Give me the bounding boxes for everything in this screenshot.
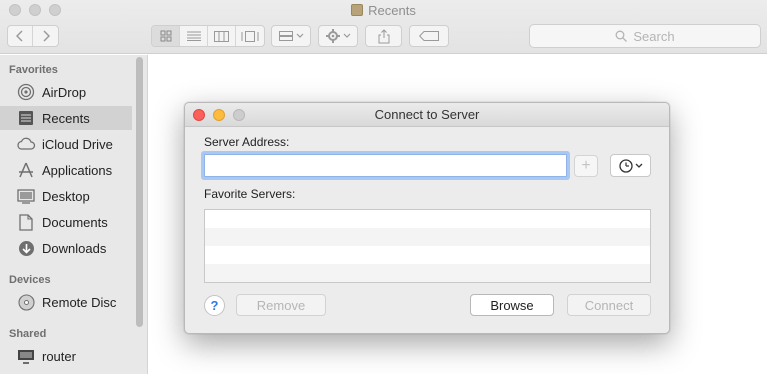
share-button[interactable] (365, 25, 402, 47)
search-icon (615, 30, 628, 42)
group-icon (278, 31, 293, 41)
nav-buttons (7, 25, 59, 47)
search-placeholder: Search (633, 28, 675, 44)
dialog-titlebar: Connect to Server (185, 103, 669, 127)
applications-icon (16, 161, 36, 179)
list-row (205, 210, 650, 228)
share-icon (378, 28, 389, 43)
sidebar-item-recents[interactable]: Recents (0, 106, 132, 130)
list-view-button[interactable] (180, 26, 208, 46)
connect-button[interactable]: Connect (567, 294, 651, 316)
gallery-icon (241, 30, 259, 42)
chevron-down-icon (343, 33, 350, 38)
chevron-right-icon (42, 30, 50, 42)
columns-icon (214, 30, 229, 42)
monitor-icon (16, 347, 36, 365)
sidebar-item-documents[interactable]: Documents (0, 210, 132, 234)
sidebar-item-airdrop[interactable]: AirDrop (0, 80, 132, 104)
recents-icon (351, 4, 364, 16)
tags-button[interactable] (409, 25, 449, 47)
help-button[interactable]: ? (204, 295, 225, 316)
sidebar-item-applications[interactable]: Applications (0, 158, 132, 182)
favorite-servers-list[interactable] (204, 209, 651, 283)
add-favorite-button[interactable]: + (574, 155, 598, 177)
gear-icon (325, 29, 340, 43)
favorite-servers-label: Favorite Servers: (204, 187, 296, 201)
chevron-left-icon (16, 30, 23, 42)
favorites-header: Favorites (9, 64, 58, 76)
view-mode-control (151, 25, 265, 47)
sidebar-item-router[interactable]: router (0, 344, 132, 368)
browse-button[interactable]: Browse (470, 294, 554, 316)
list-icon (186, 31, 201, 41)
airdrop-icon (16, 83, 36, 101)
download-icon (16, 239, 36, 257)
cloud-icon (16, 135, 36, 153)
shared-header: Shared (9, 328, 47, 340)
gallery-view-button[interactable] (236, 26, 264, 46)
forward-button[interactable] (33, 26, 58, 46)
sidebar: Favorites AirDrop Recents iCloud Drive A… (0, 55, 148, 374)
window-title: Recents (0, 3, 767, 18)
recents-icon (16, 109, 36, 127)
action-button[interactable] (318, 25, 358, 47)
column-view-button[interactable] (208, 26, 236, 46)
chevron-down-icon (296, 33, 303, 38)
icon-view-button[interactable] (152, 26, 180, 46)
list-row (205, 228, 650, 246)
clock-icon (618, 158, 633, 173)
server-address-input[interactable] (204, 154, 567, 177)
chevron-down-icon (635, 163, 642, 168)
grid-icon (160, 30, 171, 42)
dialog-title: Connect to Server (374, 107, 480, 122)
sidebar-item-icloud-drive[interactable]: iCloud Drive (0, 132, 132, 156)
search-field[interactable]: Search (529, 24, 761, 48)
list-row (205, 246, 650, 264)
sidebar-item-remote-disc[interactable]: Remote Disc (0, 290, 132, 314)
tag-icon (419, 31, 439, 41)
group-button[interactable] (271, 25, 311, 47)
finder-toolbar: Recents Search (0, 0, 767, 54)
disc-icon (16, 293, 36, 311)
sidebar-item-downloads[interactable]: Downloads (0, 236, 132, 260)
back-button[interactable] (8, 26, 33, 46)
recent-servers-button[interactable] (610, 154, 651, 177)
connect-to-server-dialog: Connect to Server Server Address: + Favo… (184, 102, 670, 334)
server-address-label: Server Address: (204, 135, 290, 149)
sidebar-scrollbar[interactable] (136, 57, 143, 327)
sidebar-item-desktop[interactable]: Desktop (0, 184, 132, 208)
devices-header: Devices (9, 274, 51, 286)
remove-button[interactable]: Remove (236, 294, 326, 316)
list-row (205, 264, 650, 282)
document-icon (16, 213, 36, 231)
desktop-icon (16, 187, 36, 205)
